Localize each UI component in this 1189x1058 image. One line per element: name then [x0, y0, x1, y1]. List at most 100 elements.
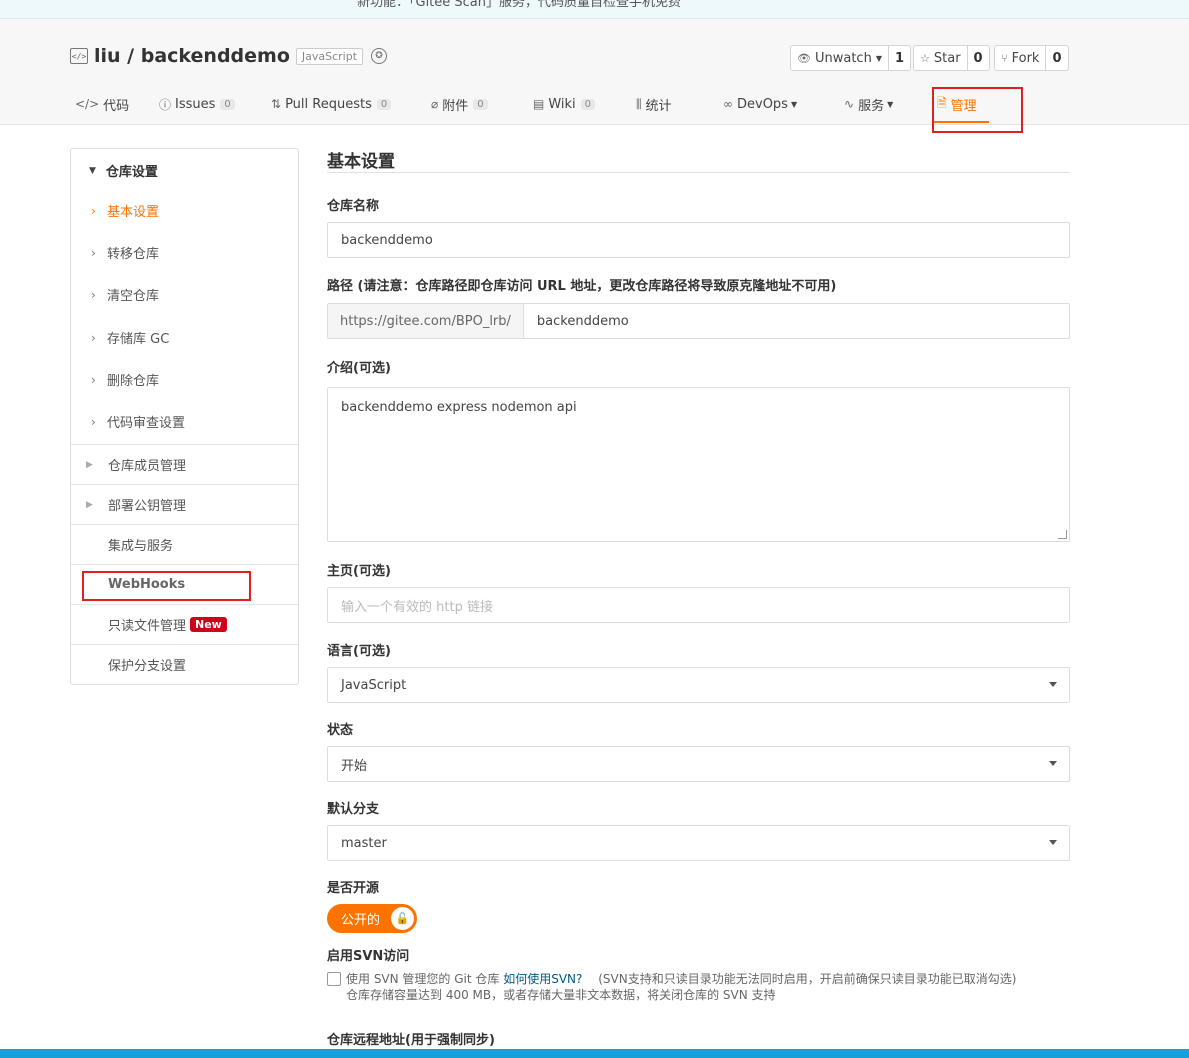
eye-icon: 👁	[797, 51, 811, 65]
star-label: Star	[933, 50, 961, 66]
tab-pull-requests[interactable]: ⇅ Pull Requests 0	[271, 92, 392, 116]
svn-text: 使用 SVN 管理您的 Git 仓库	[346, 972, 500, 986]
default-branch-select[interactable]: master	[327, 825, 1070, 861]
resize-grip-icon[interactable]	[1058, 530, 1067, 539]
caret-down-icon: ▼	[887, 99, 894, 109]
award-icon[interactable]: ✪	[371, 48, 388, 64]
status-select[interactable]: 开始	[327, 746, 1070, 782]
path-value: backenddemo	[536, 313, 629, 329]
tab-count: 0	[220, 98, 235, 110]
path-label: 路径 (请注意：仓库路径即仓库访问 URL 地址，更改仓库路径将导致原克隆地址不…	[327, 279, 837, 294]
tab-label: 服务	[858, 98, 885, 114]
tab-label: 代码	[103, 98, 130, 114]
language-badge: JavaScript	[295, 47, 364, 65]
star-count[interactable]: 0	[968, 46, 989, 70]
title-divider	[327, 172, 1070, 173]
tab-issues[interactable]: ⓘ Issues 0	[159, 92, 235, 116]
code-icon: </>	[75, 97, 100, 111]
homepage-label: 主页(可选)	[327, 564, 391, 579]
fork-icon: ⑂	[1001, 51, 1008, 65]
highlight-box-webhooks	[82, 571, 251, 601]
tab-count: 0	[376, 98, 392, 110]
default-branch-value: master	[341, 835, 387, 851]
language-label: 语言(可选)	[327, 644, 391, 659]
caret-right-icon: ▶	[86, 459, 93, 470]
status-label: 状态	[327, 723, 354, 738]
watch-count[interactable]: 1	[889, 46, 910, 70]
sidebar-item-clear[interactable]: › 清空仓库	[91, 285, 160, 305]
description-textarea[interactable]: backenddemo express nodemon api	[327, 387, 1070, 542]
sidebar-item-label: 保护分支设置	[108, 659, 187, 674]
sidebar-item-label: 清空仓库	[107, 289, 160, 304]
repo-name-label: 仓库名称	[327, 199, 380, 214]
chevron-right-icon: ›	[91, 372, 96, 387]
star-button[interactable]: ☆ Star	[914, 46, 968, 70]
default-branch-label: 默认分支	[327, 802, 380, 817]
bottom-bar	[0, 1049, 1189, 1058]
sidebar-item-basic-settings[interactable]: › 基本设置	[91, 201, 159, 221]
chevron-right-icon: ›	[91, 203, 96, 218]
tab-label: DevOps	[737, 96, 788, 112]
sidebar-head[interactable]: ▼ 仓库设置	[89, 161, 158, 180]
tab-label: Issues	[175, 96, 216, 112]
repo-name-input[interactable]: backenddemo	[327, 222, 1070, 258]
chevron-right-icon: ›	[91, 414, 96, 429]
sidebar-item-delete[interactable]: › 删除仓库	[91, 370, 160, 390]
issue-icon: ⓘ	[159, 97, 172, 112]
notice-text: 新功能：「Gitee Scan」服务，代码质量自检查手机免费	[357, 0, 682, 10]
star-group: ☆ Star 0	[913, 45, 990, 71]
sidebar-item-readonly-files[interactable]: 只读文件管理 New	[71, 604, 298, 644]
tab-wiki[interactable]: ▤ Wiki 0	[533, 92, 596, 116]
repo-title: </> liu / backenddemo JavaScript ✪	[70, 44, 388, 68]
tab-code[interactable]: </> 代码	[75, 92, 129, 116]
sidebar-item-label: 仓库成员管理	[108, 459, 187, 474]
page-title: 基本设置	[327, 152, 395, 172]
language-select[interactable]: JavaScript	[327, 667, 1070, 703]
chart-icon: ⫼	[636, 96, 642, 111]
sidebar-item-transfer[interactable]: › 转移仓库	[91, 243, 160, 263]
fork-button[interactable]: ⑂ Fork	[995, 46, 1047, 70]
description-label: 介绍(可选)	[327, 361, 391, 376]
sidebar-item-members[interactable]: ▶ 仓库成员管理	[71, 444, 298, 484]
path-input[interactable]: https://gitee.com/BPO_lrb/ backenddemo	[327, 303, 1070, 339]
repo-name[interactable]: liu / backenddemo	[94, 45, 290, 67]
svn-checkbox[interactable]	[327, 972, 341, 986]
open-source-label: 是否开源	[327, 881, 380, 896]
new-badge: New	[190, 617, 227, 632]
tab-stats[interactable]: ⫼ 统计	[636, 92, 672, 116]
unwatch-group: 👁 Unwatch ▼ 1	[790, 45, 912, 71]
homepage-input[interactable]: 输入一个有效的 http 链接	[327, 587, 1070, 623]
tab-devops[interactable]: ∞ DevOps ▼	[723, 92, 797, 116]
star-icon: ☆	[920, 51, 930, 65]
tab-count: 0	[580, 98, 596, 110]
svn-capacity-note: 仓库存储容量达到 400 MB，或者存储大量非文本数据，将关闭仓库的 SVN 支…	[346, 988, 776, 1002]
sidebar-item-label: 存储库 GC	[107, 332, 170, 347]
tab-attachments[interactable]: ⌀ 附件 0	[431, 92, 488, 116]
infinity-icon: ∞	[723, 97, 733, 111]
path-prefix: https://gitee.com/BPO_lrb/	[328, 304, 524, 338]
unwatch-button[interactable]: 👁 Unwatch ▼	[791, 46, 889, 70]
sidebar-item-label: 转移仓库	[107, 247, 160, 262]
sidebar-item-protected-branches[interactable]: 保护分支设置	[71, 644, 298, 684]
public-toggle[interactable]: 公开的 🔓	[327, 904, 417, 933]
sidebar-item-gc[interactable]: › 存储库 GC	[91, 328, 170, 348]
svn-help-link[interactable]: 如何使用SVN?	[503, 972, 582, 986]
fork-group: ⑂ Fork 0	[994, 45, 1069, 71]
settings-sidebar: ▼ 仓库设置 › 基本设置 › 转移仓库 › 清空仓库 › 存储库 GC › 删…	[70, 148, 299, 685]
pulse-icon: ∿	[844, 97, 855, 111]
chevron-right-icon: ›	[91, 245, 96, 260]
sidebar-item-integrations[interactable]: 集成与服务	[71, 524, 298, 564]
public-toggle-label: 公开的	[341, 913, 381, 928]
caret-down-icon	[1049, 840, 1057, 845]
fork-label: Fork	[1011, 50, 1040, 66]
caret-down-icon: ▼	[875, 53, 882, 63]
sidebar-item-code-review[interactable]: › 代码审查设置	[91, 412, 186, 432]
sidebar-item-label: 删除仓库	[107, 374, 160, 389]
sidebar-head-label: 仓库设置	[105, 165, 158, 180]
book-icon: ▤	[533, 97, 545, 111]
sidebar-item-deploy-keys[interactable]: ▶ 部署公钥管理	[71, 484, 298, 524]
sidebar-item-label: 代码审查设置	[107, 416, 186, 431]
tab-services[interactable]: ∿ 服务 ▼	[844, 92, 893, 116]
notice-bar: 新功能：「Gitee Scan」服务，代码质量自检查手机免费	[0, 0, 1189, 19]
fork-count[interactable]: 0	[1046, 46, 1067, 70]
